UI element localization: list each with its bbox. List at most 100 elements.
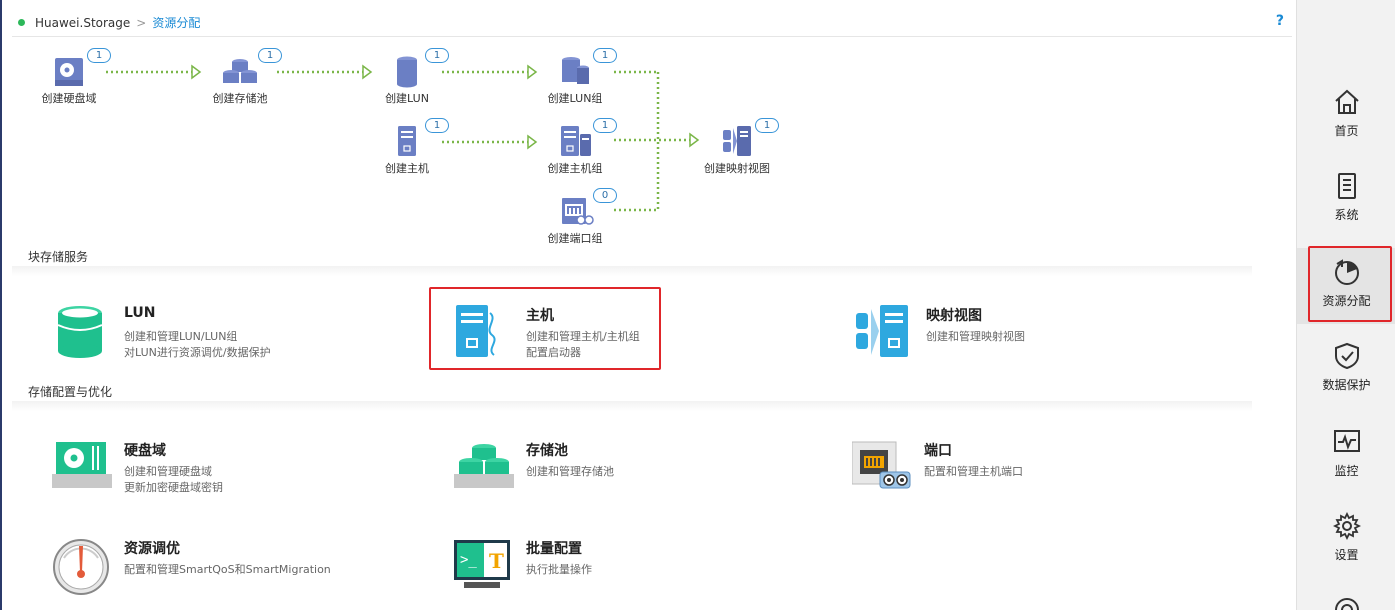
flow-create-storage-pool[interactable]: 1 创建存储池 — [185, 48, 295, 106]
card-description: 创建和管理主机/主机组 配置启动器 — [526, 329, 640, 361]
storage-pool-icon — [454, 440, 514, 500]
card-description: 配置和管理主机端口 — [924, 464, 1023, 480]
flow-create-port-group[interactable]: 0 创建端口组 — [520, 188, 630, 246]
card-description: 创建和管理映射视图 — [926, 329, 1025, 345]
nav-label: 系统 — [1334, 208, 1359, 222]
card-description: 创建和管理存储池 — [526, 464, 614, 480]
node-label: 创建端口组 — [547, 232, 603, 245]
card-desc-line: 执行批量操作 — [526, 563, 592, 576]
card-storage-pool[interactable]: 存储池 创建和管理存储池 — [454, 440, 774, 520]
card-title: LUN — [124, 305, 156, 321]
count-badge: 1 — [258, 48, 282, 63]
node-label: 创建LUN — [385, 92, 429, 105]
lun-icon: 1 — [387, 48, 449, 88]
card-mapping-view[interactable]: 映射视图 创建和管理映射视图 — [854, 305, 1174, 385]
help-icon[interactable]: ? — [1276, 13, 1284, 29]
node-label: 创建LUN组 — [547, 92, 603, 105]
card-desc-line: 创建和管理存储池 — [526, 465, 614, 478]
mapping-view-icon: 1 — [717, 118, 779, 158]
mapping-view-icon — [854, 305, 914, 365]
home-icon — [1333, 88, 1361, 116]
system-icon — [1333, 172, 1361, 200]
breadcrumb-root[interactable]: Huawei.Storage — [35, 16, 130, 30]
node-label: 创建主机 — [385, 162, 429, 175]
shield-icon — [1333, 342, 1361, 370]
card-desc-line: 配置和管理SmartQoS和SmartMigration — [124, 563, 331, 576]
port-icon — [851, 440, 912, 500]
count-badge: 1 — [755, 118, 779, 133]
count-badge: 0 — [593, 188, 617, 203]
section-title-block-storage: 块存储服务 — [28, 250, 89, 264]
card-desc-line: 创建和管理主机/主机组 — [526, 330, 640, 343]
flow-create-host[interactable]: 1 创建主机 — [352, 118, 462, 176]
card-resource-tuning[interactable]: 资源调优 配置和管理SmartQoS和SmartMigration — [52, 538, 372, 610]
storage-pool-icon: 1 — [220, 48, 282, 88]
node-label: 创建主机组 — [547, 162, 603, 175]
monitor-icon — [1333, 428, 1361, 456]
disk-domain-icon: 1 — [49, 48, 111, 88]
count-badge: 1 — [425, 48, 449, 63]
count-badge: 1 — [425, 118, 449, 133]
flow-create-lun-group[interactable]: 1 创建LUN组 — [520, 48, 630, 106]
card-title: 资源调优 — [124, 541, 180, 557]
flow-create-mapping-view[interactable]: 1 创建映射视图 — [682, 118, 792, 176]
card-lun[interactable]: LUN 创建和管理LUN/LUN组 对LUN进行资源调优/数据保护 — [52, 305, 372, 385]
section-divider — [12, 401, 1252, 411]
node-label: 创建存储池 — [212, 92, 268, 105]
nav-item-monitor[interactable]: 监控 — [1297, 428, 1395, 508]
section-divider — [12, 266, 1252, 276]
flow-create-host-group[interactable]: 1 创建主机组 — [520, 118, 630, 176]
provisioning-flow: 1 创建硬盘域 1 创建存储池 1 创建LUN 1 创建LUN组 1 创建主机 … — [2, 40, 1296, 250]
nav-label: 首页 — [1334, 124, 1359, 138]
section-title-config: 存储配置与优化 — [28, 385, 113, 399]
card-desc-line: 创建和管理LUN/LUN组 — [124, 330, 238, 343]
card-title: 存储池 — [526, 443, 568, 459]
nav-label: 数据保护 — [1322, 378, 1371, 392]
nav-item-home[interactable]: 首页 — [1297, 88, 1395, 168]
nav-item-data-protection[interactable]: 数据保护 — [1297, 342, 1395, 422]
lun-group-icon: 1 — [555, 48, 617, 88]
status-dot — [18, 19, 25, 26]
card-desc-line: 创建和管理硬盘域 — [124, 465, 212, 478]
disk-domain-icon — [52, 440, 112, 500]
card-port[interactable]: 端口 配置和管理主机端口 — [851, 440, 1172, 520]
card-host[interactable]: 主机 创建和管理主机/主机组 配置启动器 — [454, 305, 774, 385]
card-batch-config[interactable]: >_ T 批量配置 执行批量操作 — [454, 538, 774, 610]
card-description: 执行批量操作 — [526, 562, 592, 578]
card-disk-domain[interactable]: 硬盘域 创建和管理硬盘域 更新加密硬盘域密钥 — [52, 440, 372, 520]
node-label: 创建映射视图 — [704, 162, 770, 175]
card-desc-line: 更新加密硬盘域密钥 — [124, 481, 223, 494]
nav-item-more[interactable] — [1297, 596, 1395, 610]
breadcrumb: Huawei.Storage > 资源分配 ? — [12, 9, 1292, 37]
nav-label: 设置 — [1334, 548, 1359, 562]
card-desc-line: 对LUN进行资源调优/数据保护 — [124, 346, 271, 359]
svg-text:>_: >_ — [460, 552, 477, 568]
flow-create-lun[interactable]: 1 创建LUN — [352, 48, 462, 106]
card-description: 配置和管理SmartQoS和SmartMigration — [124, 562, 331, 578]
card-title: 端口 — [924, 443, 952, 459]
card-title: 映射视图 — [926, 308, 982, 324]
host-server-icon — [454, 305, 514, 365]
card-desc-line: 创建和管理映射视图 — [926, 330, 1025, 343]
card-title: 硬盘域 — [124, 443, 166, 459]
count-badge: 1 — [593, 118, 617, 133]
card-desc-line: 配置启动器 — [526, 346, 581, 359]
count-badge: 1 — [87, 48, 111, 63]
main-panel: Huawei.Storage > 资源分配 ? 1 创建硬盘域 1 创建存储池 … — [2, 0, 1296, 610]
nav-item-system[interactable]: 系统 — [1297, 172, 1395, 252]
gauge-icon — [52, 538, 112, 598]
gear-icon — [1332, 511, 1361, 541]
circle-icon — [1333, 596, 1361, 610]
svg-text:T: T — [489, 549, 504, 573]
card-description: 创建和管理LUN/LUN组 对LUN进行资源调优/数据保护 — [124, 329, 271, 361]
breadcrumb-separator: > — [136, 15, 147, 30]
terminal-icon: >_ T — [454, 538, 514, 598]
highlight-box-nav — [1308, 246, 1392, 322]
host-icon: 1 — [387, 118, 449, 158]
card-title: 批量配置 — [526, 541, 582, 557]
nav-label: 监控 — [1334, 464, 1359, 478]
nav-item-settings[interactable]: 设置 — [1297, 511, 1395, 592]
host-group-icon: 1 — [555, 118, 617, 158]
card-description: 创建和管理硬盘域 更新加密硬盘域密钥 — [124, 464, 223, 496]
flow-create-disk-domain[interactable]: 1 创建硬盘域 — [14, 48, 124, 106]
